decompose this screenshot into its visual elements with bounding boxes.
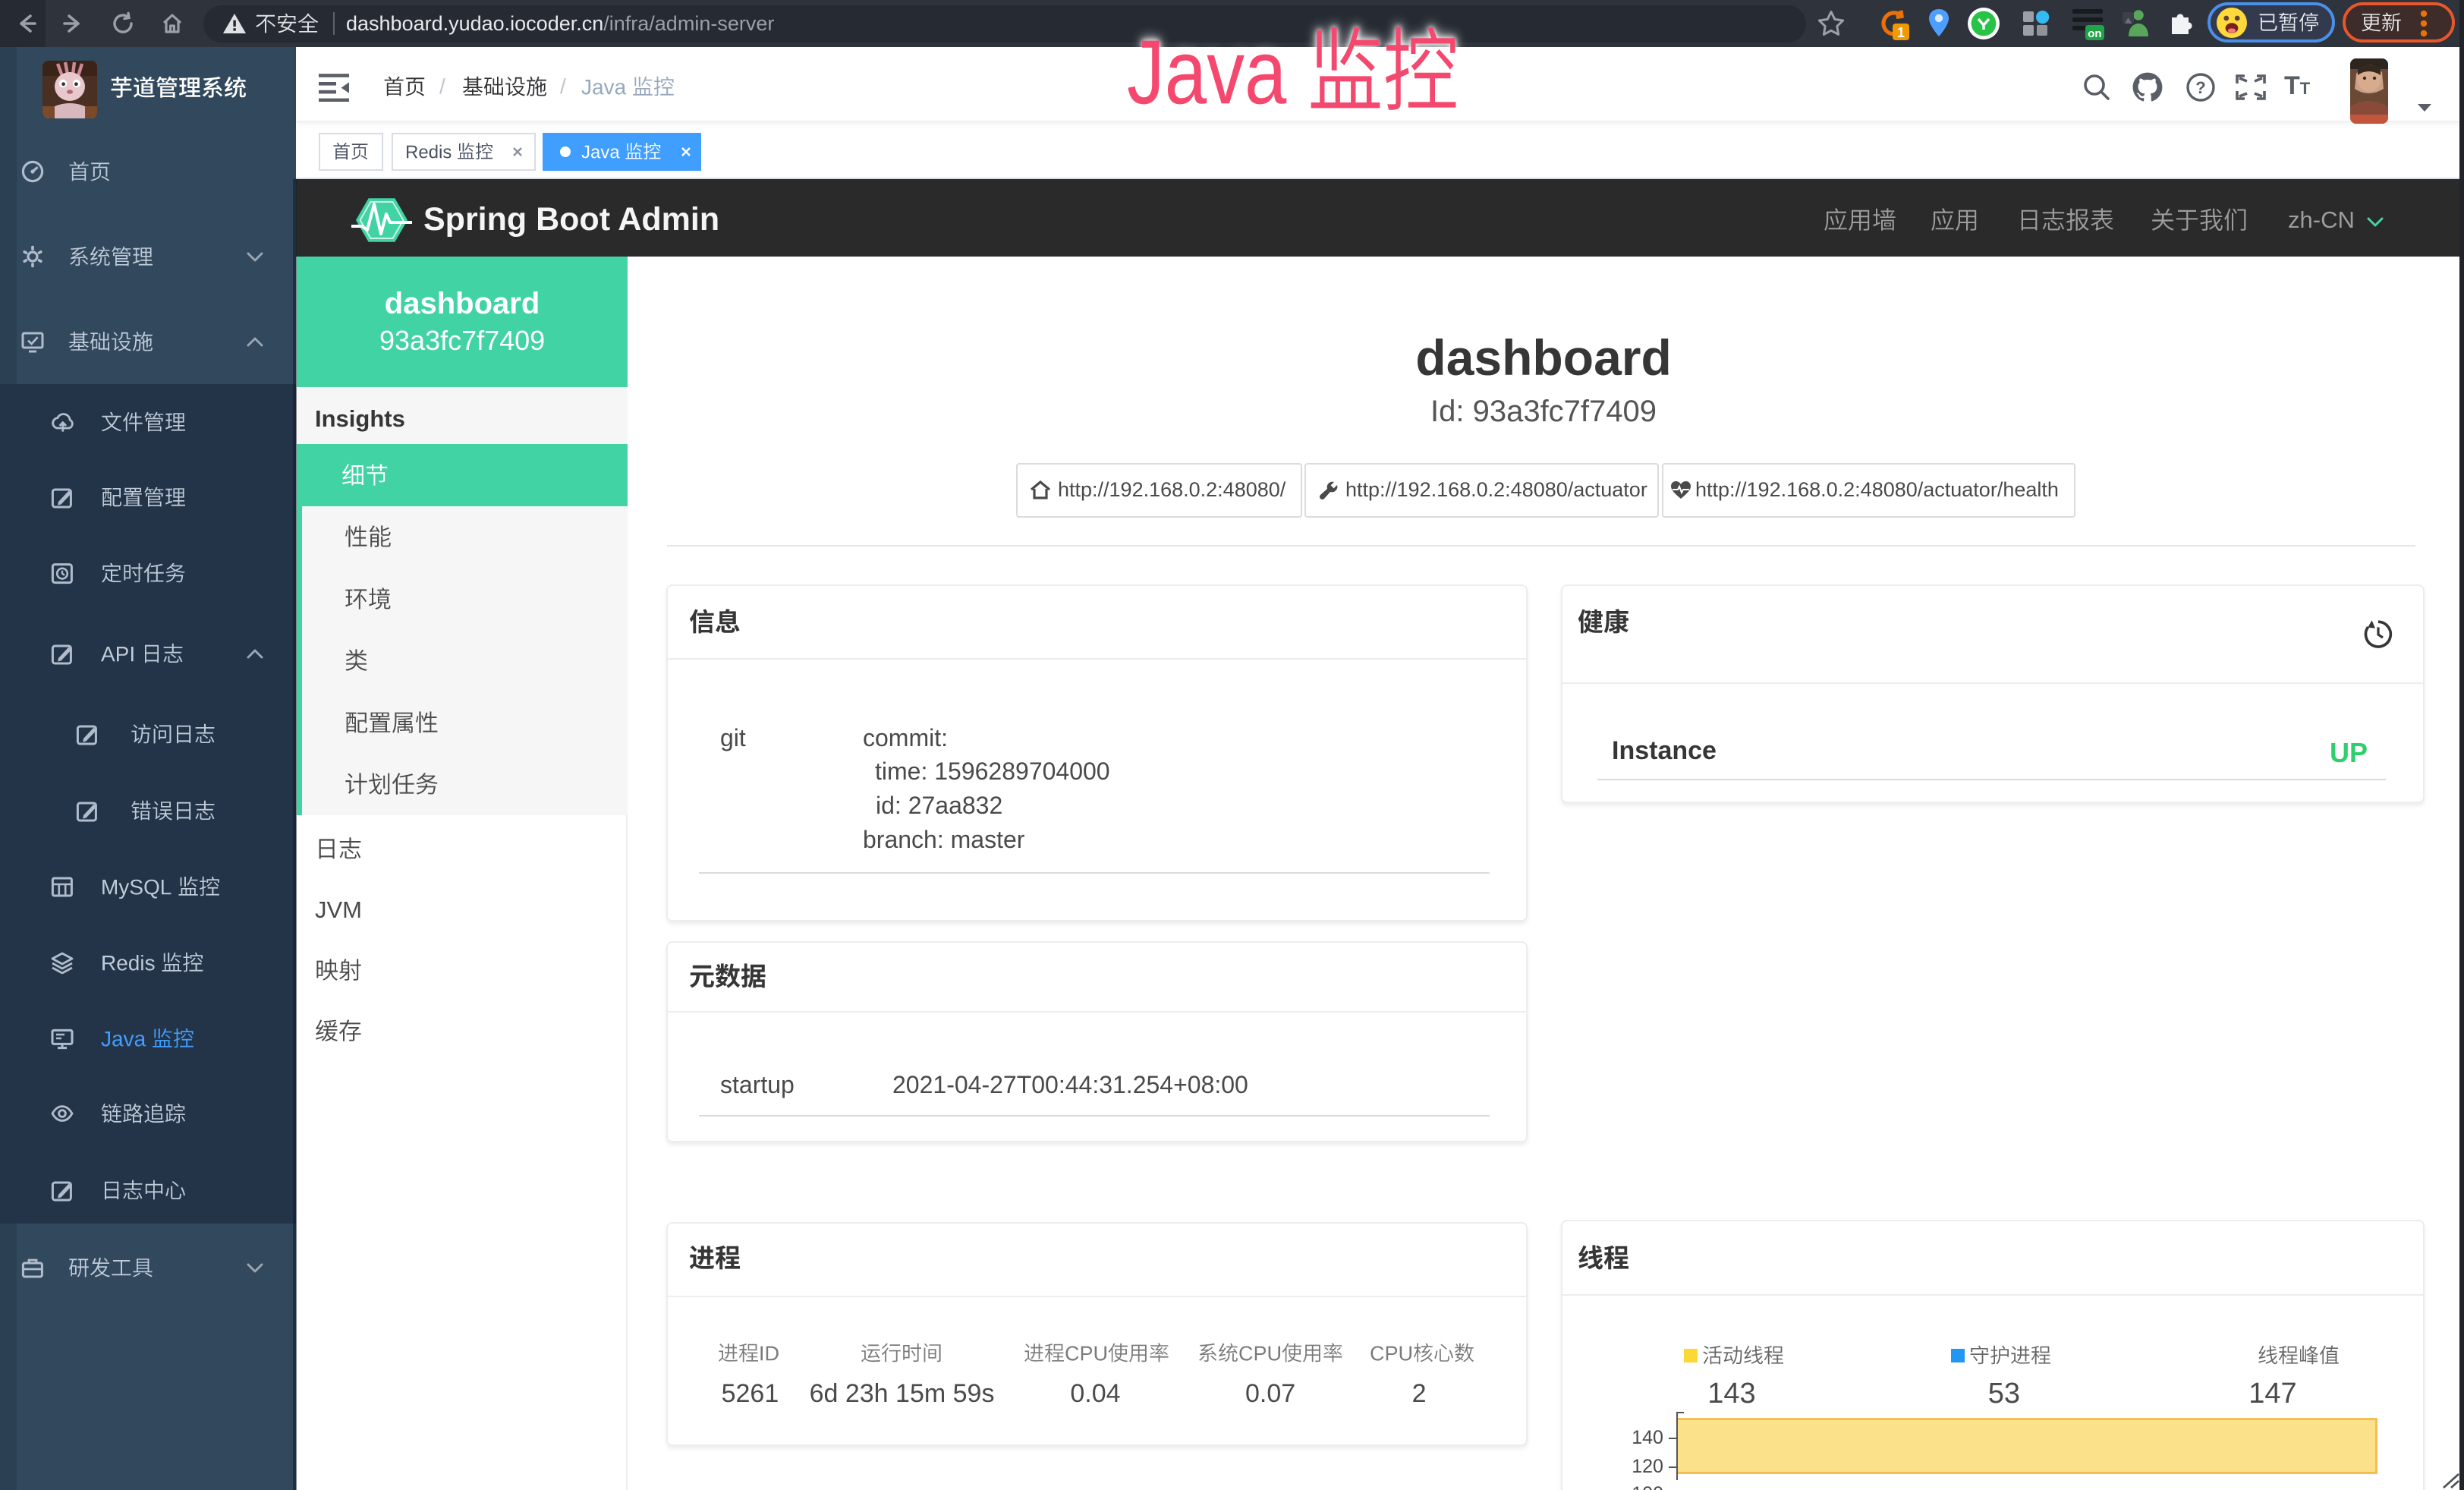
svg-text:1: 1 — [1897, 25, 1905, 40]
svg-text:?: ? — [2195, 78, 2205, 97]
svg-text:on: on — [2088, 27, 2101, 40]
